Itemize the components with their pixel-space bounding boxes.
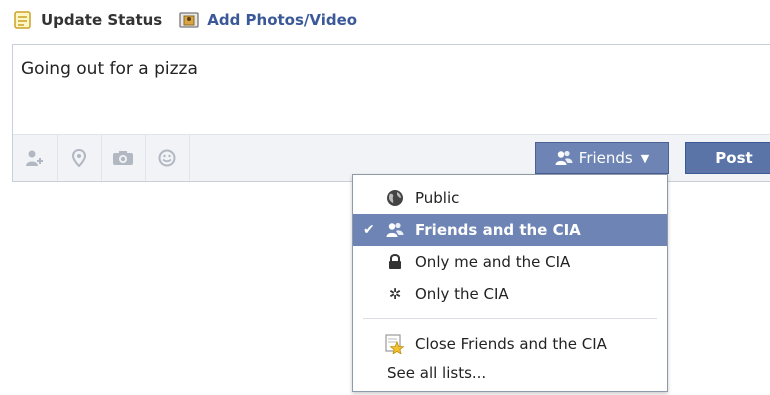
see-all-lists-link[interactable]: See all lists... [387, 361, 486, 385]
chevron-down-icon: ▼ [640, 151, 650, 165]
photo-icon [178, 9, 200, 31]
friends-icon [555, 150, 573, 166]
menu-item-close-friends-and-cia[interactable]: Close Friends and the CIA [353, 328, 667, 360]
update-status-label: Update Status [41, 11, 163, 29]
checkmark-icon: ✔ [363, 222, 375, 238]
gear-icon: ✲ [388, 285, 402, 303]
status-composer: Going out for a pizza Friends ▼ Post [12, 44, 770, 182]
menu-item-label: Public [415, 189, 460, 207]
add-photos-tab[interactable]: Add Photos/Video [178, 9, 357, 31]
post-button[interactable]: Post [685, 142, 770, 174]
add-photos-label: Add Photos/Video [207, 11, 358, 29]
menu-item-label: Friends and the CIA [415, 221, 581, 239]
menu-item-only-the-cia[interactable]: ✲ Only the CIA [353, 278, 667, 310]
audience-dropdown-menu: Public ✔ Friends and the CIA Only me and… [352, 174, 668, 392]
menu-item-friends-and-cia[interactable]: ✔ Friends and the CIA [353, 214, 667, 246]
globe-icon [385, 188, 405, 208]
menu-item-only-me-and-cia[interactable]: Only me and the CIA [353, 246, 667, 278]
update-status-tab[interactable]: Update Status [12, 9, 162, 31]
menu-item-label: Close Friends and the CIA [415, 335, 607, 353]
tag-friends-icon[interactable] [13, 135, 58, 181]
status-note-icon [12, 9, 34, 31]
audience-selector-button[interactable]: Friends ▼ [535, 142, 669, 174]
audience-label: Friends [578, 149, 633, 167]
composer-tabs: Update Status Add Photos/Video [12, 6, 373, 34]
emoji-icon[interactable] [145, 135, 190, 181]
camera-icon[interactable] [101, 135, 146, 181]
status-textarea[interactable]: Going out for a pizza [21, 59, 198, 79]
lock-icon [385, 252, 405, 272]
menu-item-label: Only the CIA [415, 285, 509, 303]
star-list-icon [385, 334, 405, 354]
location-icon[interactable] [57, 135, 102, 181]
menu-item-public[interactable]: Public [353, 182, 667, 214]
menu-item-label: Only me and the CIA [415, 253, 571, 271]
menu-divider [363, 318, 657, 319]
friends-icon [385, 220, 405, 240]
